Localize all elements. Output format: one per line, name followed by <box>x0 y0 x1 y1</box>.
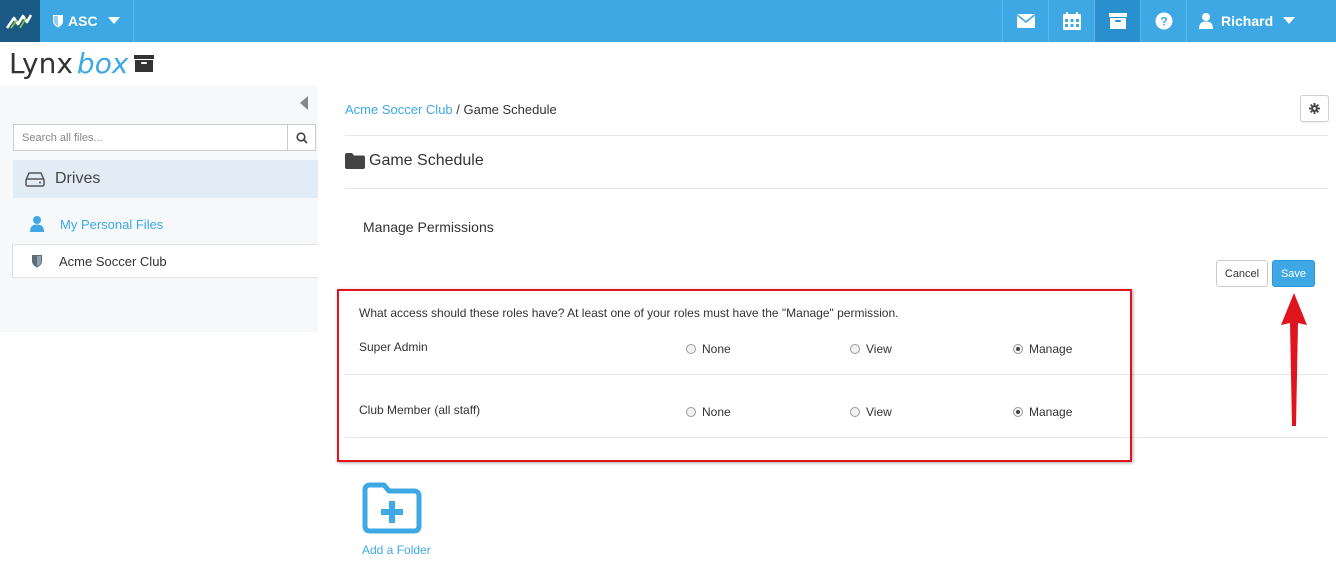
search-input[interactable] <box>14 125 287 150</box>
highlight-box <box>337 289 1132 462</box>
breadcrumb-current: Game Schedule <box>463 102 557 117</box>
gear-icon <box>1309 103 1320 114</box>
help-button[interactable]: ? <box>1140 0 1186 42</box>
folder-icon <box>345 153 365 169</box>
brand-logo[interactable]: Lynx box <box>9 46 155 80</box>
user-name: Richard <box>1221 13 1274 29</box>
archive-button[interactable] <box>1094 0 1140 42</box>
hard-drive-icon <box>25 172 45 187</box>
archive-icon <box>134 54 155 72</box>
page-title: Game Schedule <box>345 152 484 170</box>
calendar-button[interactable] <box>1048 0 1094 42</box>
chevron-down-icon <box>107 17 120 24</box>
brand-part-a: Lynx <box>9 46 73 80</box>
add-folder-button[interactable] <box>362 482 442 539</box>
search-box <box>13 124 316 151</box>
save-button[interactable]: Save <box>1272 260 1315 287</box>
add-folder-icon <box>362 482 422 534</box>
brand-part-b: box <box>76 46 129 80</box>
sidebar-item-my-personal-files[interactable]: My Personal Files <box>12 207 318 241</box>
divider <box>345 135 1328 136</box>
caret-left-icon <box>300 96 308 110</box>
org-label: ASC <box>68 13 98 29</box>
archive-icon <box>1108 13 1127 29</box>
user-menu[interactable]: Richard <box>1186 0 1336 42</box>
help-icon: ? <box>1155 12 1172 30</box>
org-switcher[interactable]: ASC <box>40 0 134 42</box>
shield-icon <box>32 255 42 268</box>
user-icon <box>30 216 44 232</box>
annotation-arrow-icon <box>1281 293 1307 426</box>
add-folder-label[interactable]: Add a Folder <box>362 543 431 557</box>
divider <box>345 188 1328 189</box>
cancel-button[interactable]: Cancel <box>1216 260 1268 287</box>
top-nav-bar: ASC ? Richard <box>0 0 1336 42</box>
drives-label: Drives <box>55 170 101 187</box>
mail-button[interactable] <box>1002 0 1048 42</box>
drives-header: Drives <box>13 160 318 198</box>
sidebar: Drives My Personal Files Acme Soccer Clu… <box>0 86 318 332</box>
app-logo-icon[interactable] <box>0 0 40 42</box>
breadcrumb-separator: / <box>452 102 464 117</box>
sidebar-item-label: Acme Soccer Club <box>59 253 167 269</box>
page-title-text: Game Schedule <box>369 152 484 169</box>
collapse-sidebar-button[interactable] <box>300 96 308 115</box>
mail-icon <box>1016 14 1035 28</box>
search-button[interactable] <box>287 125 315 150</box>
shield-icon <box>53 15 63 28</box>
breadcrumb: Acme Soccer Club / Game Schedule <box>345 102 557 117</box>
sidebar-item-acme-soccer-club[interactable]: Acme Soccer Club <box>12 244 318 278</box>
svg-text:?: ? <box>1160 15 1167 29</box>
manage-permissions-title: Manage Permissions <box>363 219 494 235</box>
settings-button[interactable] <box>1300 95 1329 122</box>
calendar-icon <box>1062 12 1081 30</box>
chevron-down-icon <box>1283 17 1296 24</box>
user-icon <box>1199 13 1213 29</box>
sidebar-item-label: My Personal Files <box>60 216 164 232</box>
breadcrumb-link-acme-soccer-club[interactable]: Acme Soccer Club <box>345 102 453 117</box>
search-icon <box>295 131 308 144</box>
